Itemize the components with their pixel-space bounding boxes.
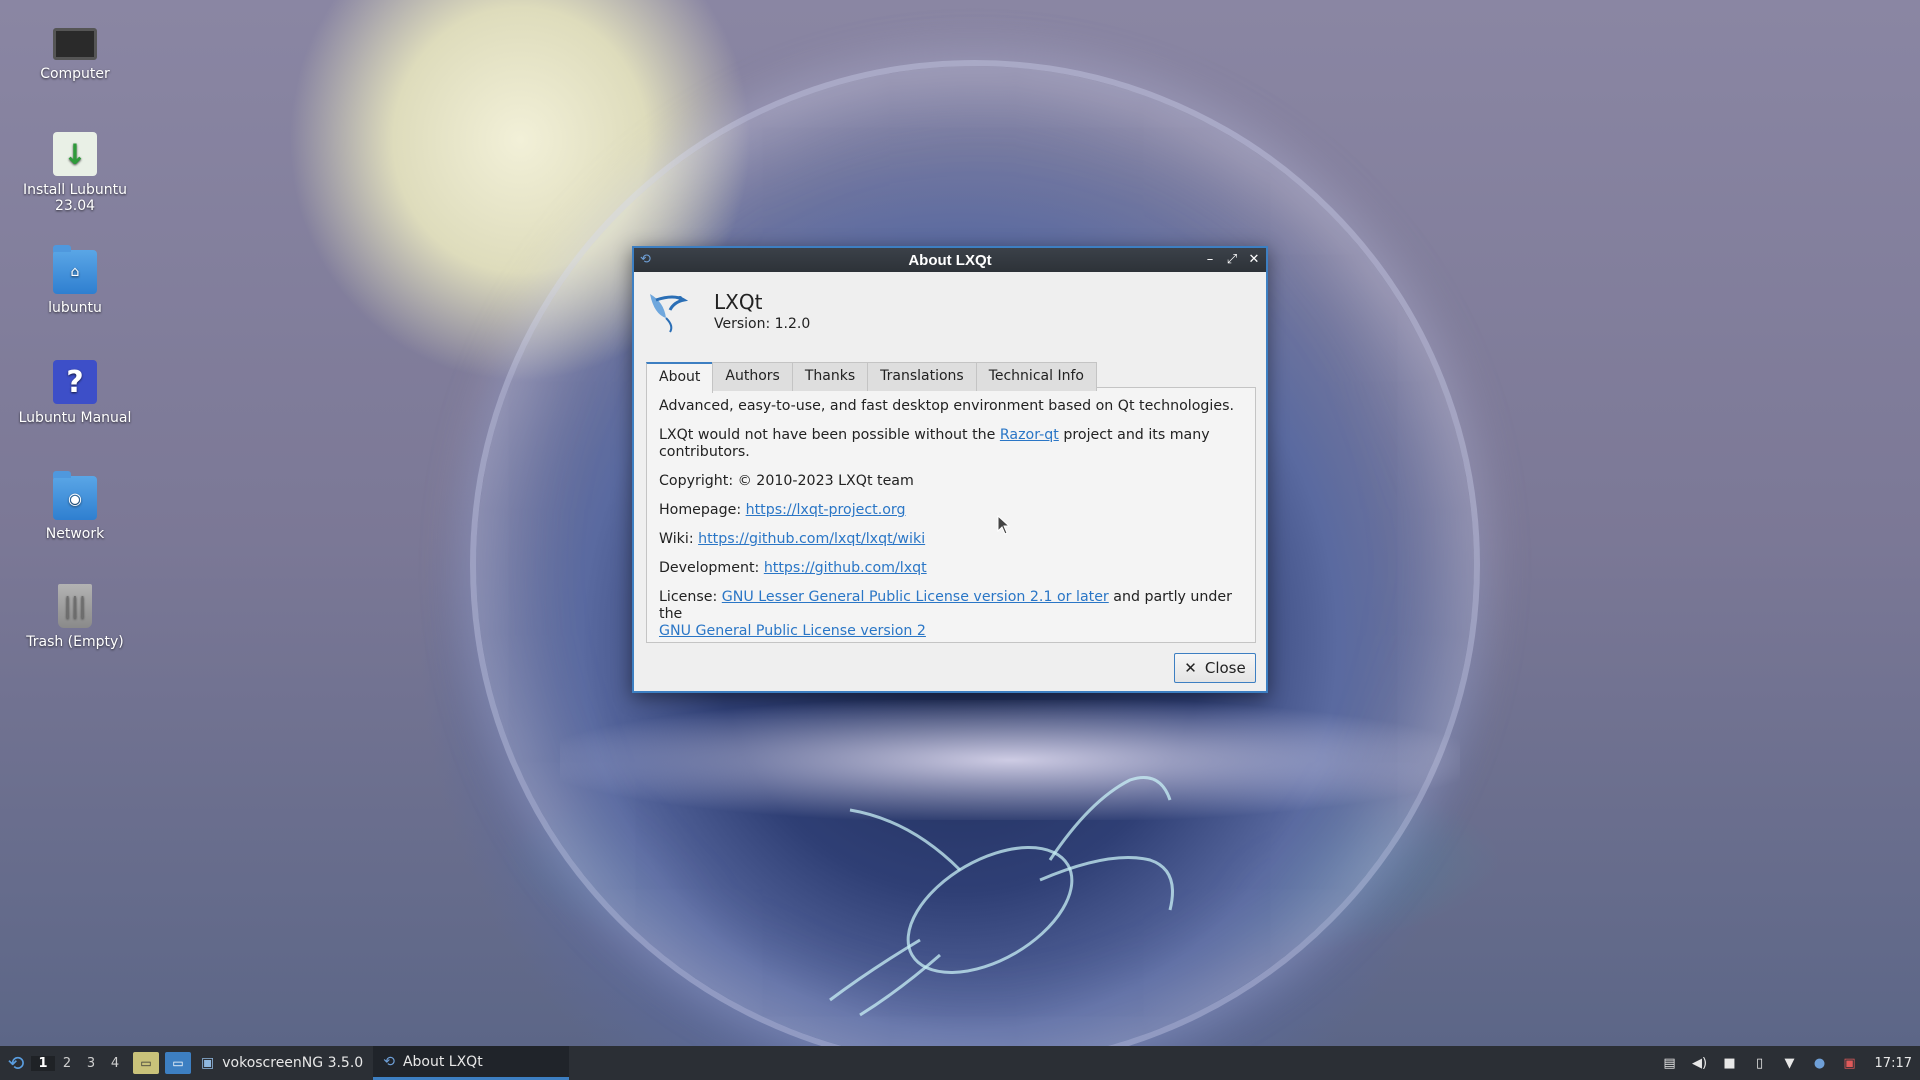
removable-media-icon[interactable]: ■ xyxy=(1721,1054,1739,1072)
wiki-label: Wiki: xyxy=(659,531,699,547)
mouse-pointer-icon xyxy=(997,515,1011,535)
dialog-header: LXQt Version: 1.2.0 xyxy=(634,272,1266,340)
desktop-icon-manual[interactable]: ? Lubuntu Manual xyxy=(14,360,136,426)
desktop-icon-label: Lubuntu Manual xyxy=(18,410,132,426)
updates-icon[interactable]: ● xyxy=(1811,1054,1829,1072)
task-about-lxqt[interactable]: ⟲ About LXQt xyxy=(373,1046,570,1080)
razor-text-pre: LXQt would not have been possible withou… xyxy=(659,427,1000,443)
gpl-link[interactable]: GNU General Public License version 2 xyxy=(659,623,926,639)
install-icon: ↓ xyxy=(53,132,97,176)
development-link[interactable]: https://github.com/lxqt xyxy=(764,560,927,576)
keyboard-icon[interactable]: ▤ xyxy=(1661,1054,1679,1072)
volume-icon[interactable]: ◀) xyxy=(1691,1054,1709,1072)
app-name: LXQt xyxy=(714,290,763,314)
network-folder-icon: ◉ xyxy=(53,471,97,520)
show-desktop-icon[interactable]: ▭ xyxy=(165,1052,191,1074)
clipboard-icon[interactable]: ▯ xyxy=(1751,1054,1769,1072)
tab-thanks[interactable]: Thanks xyxy=(791,362,869,391)
homepage-row: Homepage: https://lxqt-project.org xyxy=(659,502,1243,519)
desktop-icon-computer[interactable]: Computer xyxy=(14,20,136,82)
desktop-icon-label: Trash (Empty) xyxy=(26,634,124,650)
lgpl-link[interactable]: GNU Lesser General Public License versio… xyxy=(722,589,1109,605)
file-manager-icon[interactable]: ▭ xyxy=(133,1052,159,1074)
razor-qt-link[interactable]: Razor-qt xyxy=(1000,427,1059,443)
lxqt-logo-icon xyxy=(650,294,689,333)
task-label: vokoscreenNG 3.5.0 xyxy=(222,1055,364,1071)
tab-translations[interactable]: Translations xyxy=(867,362,977,391)
desktop-icon-label: lubuntu xyxy=(48,300,102,316)
wiki-link[interactable]: https://github.com/lxqt/lxqt/wiki xyxy=(698,531,925,547)
system-tray: ▤ ◀) ■ ▯ ▼ ● ▣ 17:17 xyxy=(1661,1054,1920,1072)
lxqt-task-icon: ⟲ xyxy=(383,1053,395,1070)
desktop-icon-trash[interactable]: ||| Trash (Empty) xyxy=(14,584,136,650)
computer-icon xyxy=(53,28,97,60)
start-menu-icon[interactable]: ⟲ xyxy=(1,1046,31,1080)
trash-icon: ||| xyxy=(58,584,92,628)
dialog-title: About LXQt xyxy=(908,251,992,269)
vokoscreen-icon: ▣ xyxy=(201,1055,215,1071)
clock[interactable]: 17:17 xyxy=(1875,1056,1912,1071)
license-row: License: GNU Lesser General Public Licen… xyxy=(659,589,1243,640)
tab-about[interactable]: About xyxy=(646,362,714,393)
app-version: Version: 1.2.0 xyxy=(714,316,811,332)
razor-paragraph: LXQt would not have been possible withou… xyxy=(659,427,1243,461)
desktop-switch-3[interactable]: 3 xyxy=(79,1056,103,1071)
description-text: Advanced, easy-to-use, and fast desktop … xyxy=(659,398,1234,414)
dialog-titlebar[interactable]: ⟲ About LXQt – ⤢ ✕ xyxy=(634,248,1266,272)
desktop-icon-install-lubuntu[interactable]: ↓ Install Lubuntu 23.04 xyxy=(14,132,136,214)
wallpaper-lobster xyxy=(829,776,1174,1017)
homepage-label: Homepage: xyxy=(659,502,746,518)
network-icon[interactable]: ▼ xyxy=(1781,1054,1799,1072)
minimize-icon[interactable]: – xyxy=(1202,250,1218,268)
taskbar: ⟲ 1 2 3 4 ▭ ▭ ▣ vokoscreenNG 3.5.0 ⟲ Abo… xyxy=(0,1046,1920,1080)
screen-recorder-icon[interactable]: ▣ xyxy=(1841,1054,1859,1072)
desktop-icon-home[interactable]: ⌂ lubuntu xyxy=(14,245,136,316)
development-label: Development: xyxy=(659,560,764,576)
desktop-switch-2[interactable]: 2 xyxy=(55,1056,79,1071)
task-label: About LXQt xyxy=(402,1053,483,1070)
copyright-text: Copyright: © 2010-2023 LXQt team xyxy=(659,473,914,489)
desktop-icon-label: Install Lubuntu 23.04 xyxy=(22,182,127,214)
desktop-icon-label: Computer xyxy=(40,66,110,82)
help-icon: ? xyxy=(53,360,97,404)
task-vokoscreen[interactable]: ▣ vokoscreenNG 3.5.0 xyxy=(191,1046,373,1080)
close-icon[interactable]: ✕ xyxy=(1246,250,1262,268)
wiki-row: Wiki: https://github.com/lxqt/lxqt/wiki xyxy=(659,531,1243,548)
close-x-icon: ✕ xyxy=(1184,659,1197,677)
home-folder-icon: ⌂ xyxy=(53,245,97,294)
homepage-link[interactable]: https://lxqt-project.org xyxy=(746,502,906,518)
tab-technical-info[interactable]: Technical Info xyxy=(975,362,1097,391)
lxqt-small-icon: ⟲ xyxy=(640,252,651,267)
tab-bar: About Authors Thanks Translations Techni… xyxy=(646,362,1266,393)
desktop-switch-4[interactable]: 4 xyxy=(103,1056,127,1071)
about-dialog: ⟲ About LXQt – ⤢ ✕ LXQt Version: 1.2.0 A… xyxy=(632,246,1268,693)
desktop-switch-1[interactable]: 1 xyxy=(31,1055,55,1071)
desktop-icon-label: Network xyxy=(45,526,105,542)
close-button[interactable]: ✕ Close xyxy=(1174,653,1256,683)
desktop-icon-network[interactable]: ◉ Network xyxy=(14,471,136,542)
about-panel: Advanced, easy-to-use, and fast desktop … xyxy=(646,387,1256,643)
maximize-icon[interactable]: ⤢ xyxy=(1224,250,1240,268)
development-row: Development: https://github.com/lxqt xyxy=(659,560,1243,577)
license-label: License: xyxy=(659,589,722,605)
tab-authors[interactable]: Authors xyxy=(712,362,793,391)
close-button-label: Close xyxy=(1204,659,1246,677)
